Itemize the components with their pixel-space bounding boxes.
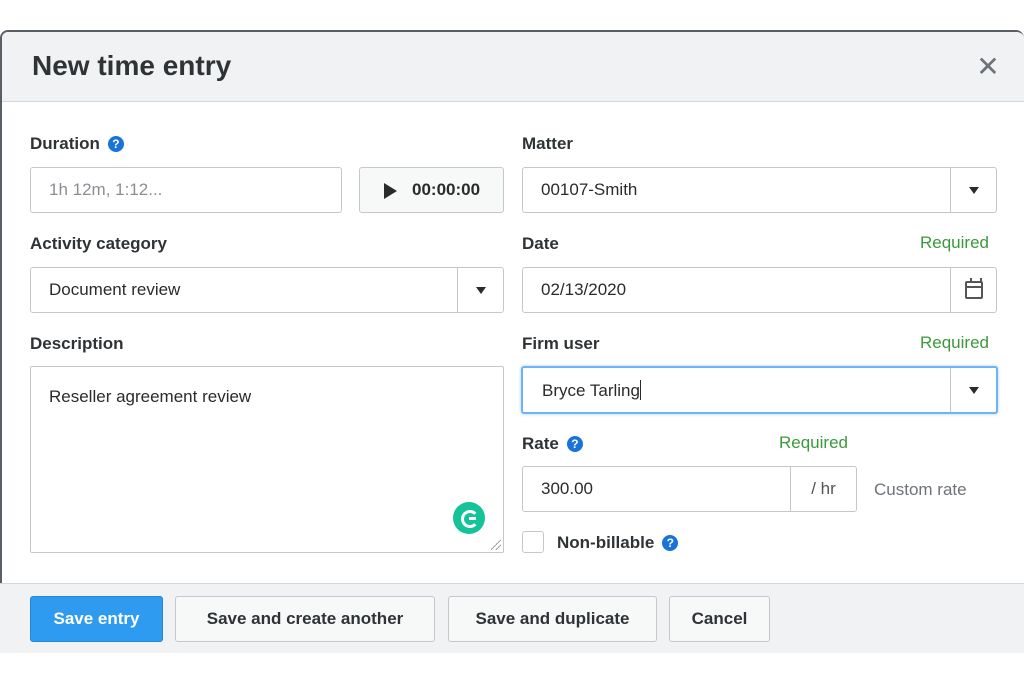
non-billable-checkbox[interactable] [522, 531, 544, 553]
date-label: Date [522, 234, 559, 253]
date-value: 02/13/2020 [541, 280, 627, 299]
resize-handle[interactable] [491, 540, 501, 550]
grammarly-icon[interactable] [453, 502, 485, 534]
save-and-duplicate-button[interactable]: Save and duplicate [448, 596, 657, 642]
activity-category-select[interactable]: Document review [30, 267, 504, 313]
non-billable-label-text: Non-billable [557, 533, 655, 552]
matter-select[interactable]: 00107-Smith [522, 167, 997, 213]
modal-footer: Save entry Save and create another Save … [0, 583, 1024, 653]
save-and-create-another-button[interactable]: Save and create another [175, 596, 435, 642]
description-label: Description [30, 334, 124, 353]
description-value: Reseller agreement review [49, 387, 252, 406]
activity-category-value: Document review [49, 280, 181, 299]
firm-user-select[interactable]: Bryce Tarling [521, 366, 998, 414]
calendar-button[interactable] [950, 268, 996, 312]
play-icon [384, 183, 397, 199]
timer-value: 00:00:00 [412, 180, 481, 199]
rate-label-text: Rate [522, 434, 559, 453]
cancel-button[interactable]: Cancel [669, 596, 770, 642]
firm-user-value-wrap: Bryce Tarling [542, 380, 641, 401]
calendar-icon [965, 278, 983, 299]
matter-label: Matter [522, 134, 574, 153]
rate-input[interactable]: 300.00 / hr [522, 466, 857, 512]
text-caret [639, 380, 641, 400]
chevron-down-icon[interactable] [950, 368, 996, 412]
close-icon[interactable]: ✕ [974, 53, 1002, 82]
help-icon[interactable]: ? [107, 136, 124, 152]
time-entry-modal: New time entry ✕ [0, 30, 1024, 653]
rate-value: 300.00 [541, 479, 593, 498]
chevron-down-icon[interactable] [457, 268, 503, 312]
duration-label: Duration? [30, 134, 124, 154]
rate-unit: / hr [790, 467, 856, 511]
firm-user-value: Bryce Tarling [542, 381, 640, 400]
firm-user-label: Firm user [522, 334, 600, 353]
help-icon[interactable]: ? [566, 436, 583, 452]
duration-label-text: Duration [30, 134, 100, 153]
modal-title: New time entry [32, 50, 232, 81]
description-textarea[interactable]: Reseller agreement review [30, 366, 504, 553]
duration-input[interactable]: 1h 12m, 1:12... [30, 167, 342, 213]
modal-header: New time entry ✕ [2, 32, 1024, 102]
rate-required: Required [779, 433, 848, 452]
date-required: Required [920, 233, 989, 252]
custom-rate-label: Custom rate [874, 480, 967, 499]
duration-placeholder: 1h 12m, 1:12... [49, 180, 163, 199]
firm-user-required: Required [920, 333, 989, 352]
non-billable-label: Non-billable? [557, 533, 679, 553]
timer-button[interactable]: 00:00:00 [359, 167, 504, 213]
matter-value: 00107-Smith [541, 180, 638, 199]
date-input[interactable]: 02/13/2020 [522, 267, 997, 313]
help-icon[interactable]: ? [662, 535, 679, 551]
rate-label: Rate? [522, 434, 583, 454]
chevron-down-icon[interactable] [950, 168, 996, 212]
activity-category-label: Activity category [30, 234, 167, 253]
save-entry-button[interactable]: Save entry [30, 596, 163, 642]
